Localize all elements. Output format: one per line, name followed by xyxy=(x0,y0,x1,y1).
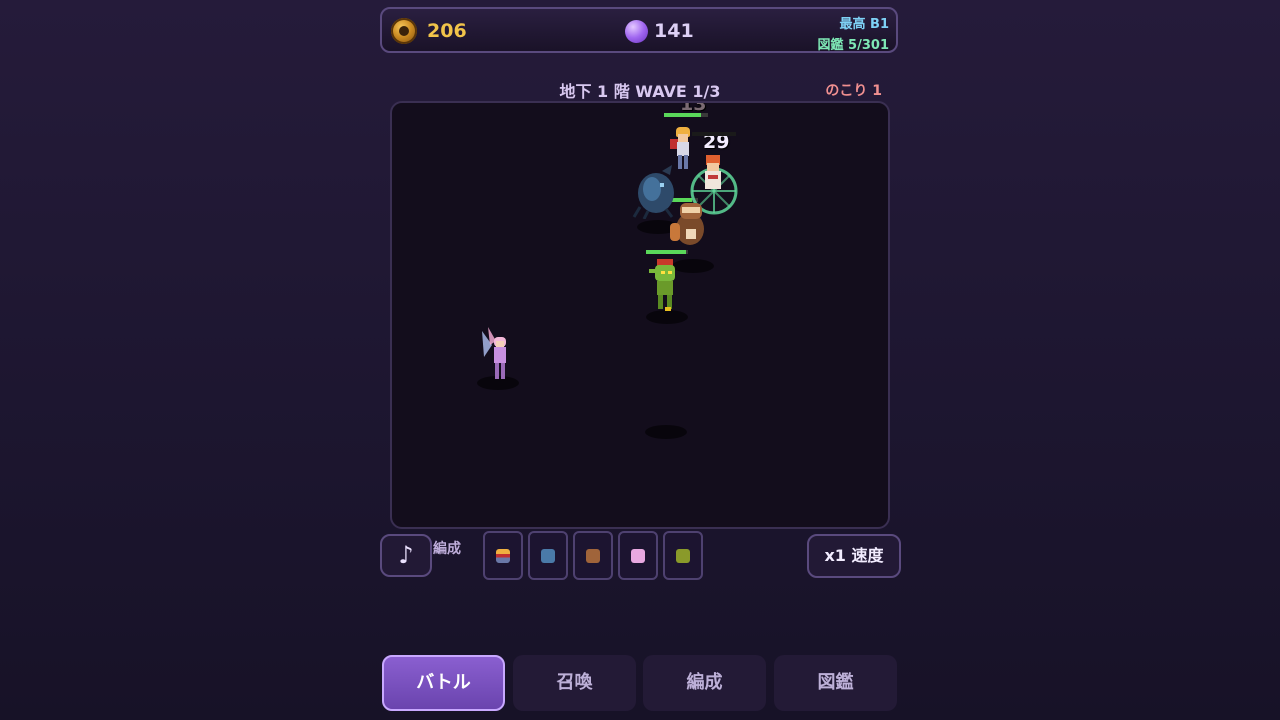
tab-team[interactable]: 編成 xyxy=(643,655,766,711)
hero-hp-bar xyxy=(664,113,708,117)
wave-title: 地下 1 階 WAVE 1/3 xyxy=(559,82,721,101)
game-screen: 206 141 最高 B1 図鑑 5/301 地下 1 階 WAVE 1/3 の… xyxy=(0,0,1280,720)
orb-count: 141 xyxy=(654,20,694,42)
fairy-icon xyxy=(631,549,645,563)
battle-field[interactable]: 13 29 xyxy=(390,101,890,529)
goblin-sprite[interactable] xyxy=(649,259,685,313)
unit-shadow xyxy=(645,425,687,439)
team-slot-beast[interactable] xyxy=(573,531,613,580)
team-slot-beetle[interactable] xyxy=(528,531,568,580)
purple-orb-icon xyxy=(625,20,648,43)
beast-icon xyxy=(586,549,600,563)
tab-summon[interactable]: 召喚 xyxy=(513,655,636,711)
hero-icon xyxy=(496,549,510,563)
resource-bar: 206 141 最高 B1 図鑑 5/301 xyxy=(380,7,898,53)
gold-coin-icon xyxy=(391,18,417,44)
music-toggle-button[interactable]: ♪ xyxy=(380,534,432,577)
hp-fill xyxy=(664,113,702,117)
music-note-icon: ♪ xyxy=(398,541,414,569)
speed-toggle-button[interactable]: x1 速度 xyxy=(807,534,901,578)
fairy-sprite[interactable] xyxy=(478,325,516,383)
coin-count: 206 xyxy=(427,20,467,42)
best-floor: 最高 B1 xyxy=(839,17,889,32)
tab-dex[interactable]: 図鑑 xyxy=(774,655,897,711)
team-label: 編成 xyxy=(433,541,461,557)
beetle-icon xyxy=(541,549,555,563)
mage-hp-bar xyxy=(692,132,736,136)
dex-progress: 図鑑 5/301 xyxy=(817,38,889,53)
team-slot-goblin[interactable] xyxy=(663,531,703,580)
beast-sprite[interactable] xyxy=(670,199,710,251)
team-slot-fairy[interactable] xyxy=(618,531,658,580)
team-slot-hero[interactable] xyxy=(483,531,523,580)
enemies-remaining: のこり 1 xyxy=(825,83,882,99)
tab-battle[interactable]: バトル xyxy=(382,655,505,711)
goblin-icon xyxy=(676,549,690,563)
